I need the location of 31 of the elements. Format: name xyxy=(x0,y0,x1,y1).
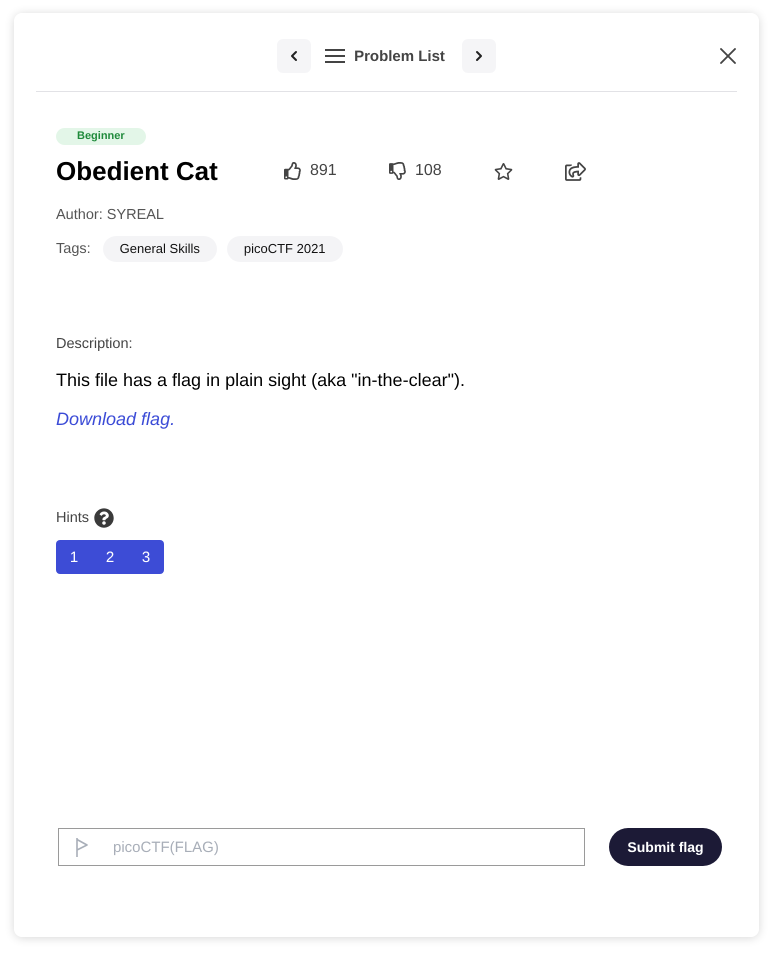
download-link[interactable]: Download flag. xyxy=(56,409,176,430)
thumbs-up-icon xyxy=(284,162,302,180)
difficulty-badge: Beginner xyxy=(56,128,146,145)
description-label: Description: xyxy=(56,336,133,352)
description-text: This file has a flag in plain sight (aka "in-the-clear"). xyxy=(56,370,465,391)
thumbs-down-icon xyxy=(389,162,407,180)
submit-flag-button[interactable]: Submit flag xyxy=(609,828,722,866)
hints-label: Hints xyxy=(56,510,90,526)
share-button[interactable] xyxy=(565,160,586,182)
hint-button[interactable]: 1 xyxy=(56,540,92,574)
like-button[interactable] xyxy=(284,162,302,180)
help-icon xyxy=(94,508,114,528)
previous-button[interactable] xyxy=(277,39,312,73)
dislike-button[interactable] xyxy=(389,162,407,180)
share-icon xyxy=(565,160,586,182)
hint-button[interactable]: 2 xyxy=(92,540,128,574)
tag-chip: picoCTF 2021 xyxy=(226,236,343,262)
star-button[interactable] xyxy=(494,162,513,180)
next-button[interactable] xyxy=(462,39,496,73)
problem-title: Obedient Cat xyxy=(56,156,218,186)
problem-list-button[interactable]: Problem List xyxy=(325,48,448,64)
dislike-count: 108 xyxy=(415,162,442,180)
flag-input-field[interactable]: picoCTF(FLAG) xyxy=(58,828,585,866)
hint-button[interactable]: 3 xyxy=(128,540,164,574)
menu-icon xyxy=(325,49,346,63)
author-text: Author: SYREAL xyxy=(56,207,164,223)
flag-icon xyxy=(76,838,88,857)
tags-label: Tags: xyxy=(56,241,91,257)
tag-chip: General Skills xyxy=(102,236,217,262)
star-icon xyxy=(494,162,513,180)
like-count: 891 xyxy=(310,162,337,180)
